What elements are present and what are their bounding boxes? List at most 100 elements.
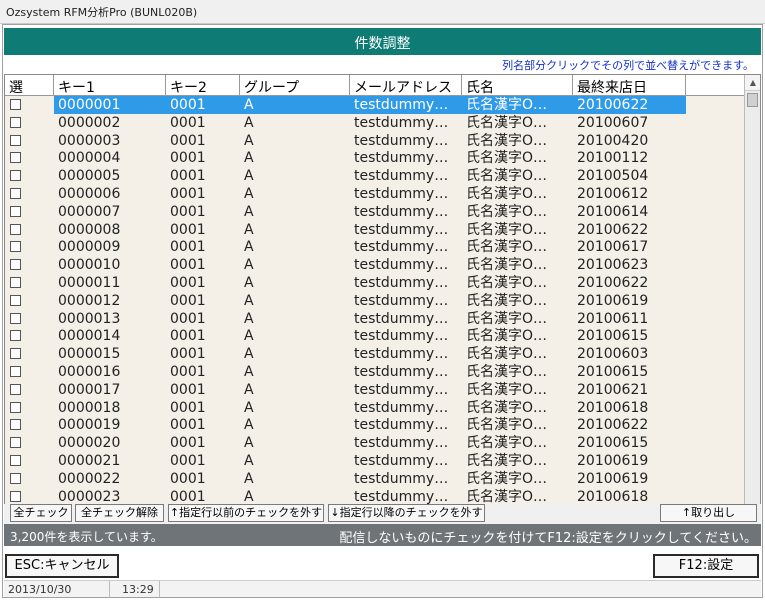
row-checkbox[interactable]: [10, 259, 21, 271]
cell-name: 氏名漢字O…: [466, 417, 548, 434]
row-checkbox[interactable]: [10, 472, 21, 484]
uncheck-before-button[interactable]: ↑指定行以前のチェックを外す: [168, 504, 324, 522]
row-checkbox[interactable]: [10, 366, 21, 377]
cell-key2: 0001: [170, 168, 206, 185]
cell-last-visit: 20100504: [577, 168, 649, 185]
table-row[interactable]: 0000007 0001 Atestdummy… 氏名漢字O… 20100614: [5, 203, 745, 221]
row-checkbox[interactable]: [10, 401, 21, 413]
vertical-scrollbar[interactable]: ▲: [744, 75, 760, 521]
row-checkbox[interactable]: [10, 330, 21, 342]
row-checkbox[interactable]: [10, 455, 21, 466]
col-header-name[interactable]: 氏名: [462, 75, 573, 96]
cell-key1: 0000021: [58, 453, 121, 469]
cell-last-visit: 20100623: [577, 257, 649, 274]
cell-group: A: [244, 257, 254, 274]
row-checkbox[interactable]: [10, 170, 21, 182]
cell-email: testdummy…: [354, 399, 449, 416]
table-row[interactable]: 0000015 0001 Atestdummy… 氏名漢字O… 20100603: [5, 345, 745, 363]
cell-name: 氏名漢字O…: [466, 168, 548, 185]
scroll-up-icon[interactable]: ▲: [745, 75, 760, 91]
extract-button[interactable]: ↑取り出し: [660, 504, 757, 522]
table-row[interactable]: 0000016 0001 Atestdummy… 氏名漢字O… 20100615: [5, 363, 745, 381]
cell-group: A: [244, 221, 254, 238]
row-checkbox[interactable]: [10, 312, 21, 324]
cell-key1: 0000019: [58, 417, 121, 434]
uncheck-all-button[interactable]: 全チェック解除: [75, 504, 164, 522]
row-checkbox[interactable]: [10, 490, 21, 502]
row-checkbox[interactable]: [10, 277, 21, 288]
page-title: 件数調整: [354, 36, 411, 52]
row-checkbox[interactable]: [10, 205, 21, 217]
row-checkbox[interactable]: [10, 99, 21, 110]
row-checkbox[interactable]: [10, 241, 21, 253]
cell-group: A: [244, 488, 254, 505]
cell-email: testdummy…: [354, 150, 449, 167]
table-row[interactable]: 0000010 0001 Atestdummy… 氏名漢字O… 20100623: [5, 256, 745, 274]
uncheck-after-button[interactable]: ↓指定行以降のチェックを外す: [328, 504, 485, 522]
row-checkbox[interactable]: [10, 152, 21, 164]
footer-status-bar: 2013/10/30 13:29: [4, 580, 761, 598]
cell-name: 氏名漢字O…: [466, 186, 548, 202]
table-row[interactable]: 0000001 0001 Atestdummy… 氏名漢字O… 20100622: [5, 96, 745, 114]
save-button[interactable]: F12:設定: [653, 554, 759, 578]
row-checkbox[interactable]: [10, 383, 21, 395]
cell-name: 氏名漢字O…: [466, 328, 548, 345]
cell-email: testdummy…: [354, 453, 449, 469]
row-checkbox[interactable]: [10, 437, 21, 449]
table-row[interactable]: 0000014 0001 Atestdummy… 氏名漢字O… 20100615: [5, 327, 745, 345]
table-row[interactable]: 0000018 0001 Atestdummy… 氏名漢字O… 20100618: [5, 399, 745, 417]
table-row[interactable]: 0000023 0001 Atestdummy… 氏名漢字O… 20100618: [5, 488, 745, 506]
row-checkbox[interactable]: [10, 116, 21, 128]
table-row[interactable]: 0000004 0001 Atestdummy… 氏名漢字O… 20100112: [5, 149, 745, 167]
table-row[interactable]: 0000003 0001 Atestdummy… 氏名漢字O… 20100420: [5, 132, 745, 150]
cell-key1: 0000002: [58, 114, 121, 131]
row-checkbox[interactable]: [10, 188, 21, 199]
table-row[interactable]: 0000020 0001 Atestdummy… 氏名漢字O… 20100615: [5, 434, 745, 452]
row-checkbox[interactable]: [10, 348, 21, 360]
col-header-group[interactable]: グループ: [240, 75, 350, 96]
table-row[interactable]: 0000006 0001 Atestdummy… 氏名漢字O… 20100612: [5, 185, 745, 203]
col-header-key2[interactable]: キー2: [166, 75, 240, 96]
check-all-button[interactable]: 全チェック: [10, 504, 72, 522]
cell-key2: 0001: [170, 203, 206, 220]
table-row[interactable]: 0000021 0001 Atestdummy… 氏名漢字O… 20100619: [5, 452, 745, 470]
table-row[interactable]: 0000011 0001 Atestdummy… 氏名漢字O… 20100622: [5, 274, 745, 292]
cell-last-visit: 20100622: [577, 97, 649, 113]
cell-key2: 0001: [170, 275, 206, 291]
row-checkbox[interactable]: [10, 419, 21, 431]
table-row[interactable]: 0000022 0001 Atestdummy… 氏名漢字O… 20100619: [5, 470, 745, 488]
col-header-last-visit[interactable]: 最終来店日: [573, 75, 686, 96]
table-row[interactable]: 0000019 0001 Atestdummy… 氏名漢字O… 20100622: [5, 416, 745, 434]
cell-key2: 0001: [170, 453, 206, 469]
cell-key2: 0001: [170, 328, 206, 345]
table-row[interactable]: 0000002 0001 Atestdummy… 氏名漢字O… 20100607: [5, 114, 745, 132]
cell-group: A: [244, 470, 254, 487]
cell-last-visit: 20100621: [577, 381, 649, 398]
row-checkbox[interactable]: [10, 294, 21, 306]
col-header-select[interactable]: 選: [5, 75, 54, 96]
table-row[interactable]: 0000012 0001 Atestdummy… 氏名漢字O… 20100619: [5, 292, 745, 310]
cell-name: 氏名漢字O…: [466, 292, 548, 309]
cell-key2: 0001: [170, 97, 206, 113]
cell-name: 氏名漢字O…: [466, 203, 548, 220]
table-row[interactable]: 0000005 0001 Atestdummy… 氏名漢字O… 20100504: [5, 167, 745, 185]
scroll-thumb[interactable]: [747, 93, 758, 107]
table-row[interactable]: 0000008 0001 Atestdummy… 氏名漢字O… 20100622: [5, 221, 745, 239]
col-header-key1[interactable]: キー1: [54, 75, 166, 96]
row-checkbox[interactable]: [10, 134, 21, 146]
row-checkbox[interactable]: [10, 223, 21, 235]
cell-name: 氏名漢字O…: [466, 275, 548, 291]
footer-time: 13:29: [110, 581, 160, 598]
cell-last-visit: 20100615: [577, 328, 649, 345]
cell-key2: 0001: [170, 310, 206, 327]
cancel-button[interactable]: ESC:キャンセル: [5, 554, 119, 578]
header-band: 件数調整: [4, 28, 761, 55]
cell-email: testdummy…: [354, 292, 449, 309]
cell-key2: 0001: [170, 132, 206, 149]
table-row[interactable]: 0000009 0001 Atestdummy… 氏名漢字O… 20100617: [5, 238, 745, 256]
col-header-email[interactable]: メールアドレス: [350, 75, 462, 96]
table-row[interactable]: 0000013 0001 Atestdummy… 氏名漢字O… 20100611: [5, 310, 745, 328]
cell-key1: 0000020: [58, 435, 121, 452]
table-row[interactable]: 0000017 0001 Atestdummy… 氏名漢字O… 20100621: [5, 381, 745, 399]
cell-name: 氏名漢字O…: [466, 114, 548, 131]
